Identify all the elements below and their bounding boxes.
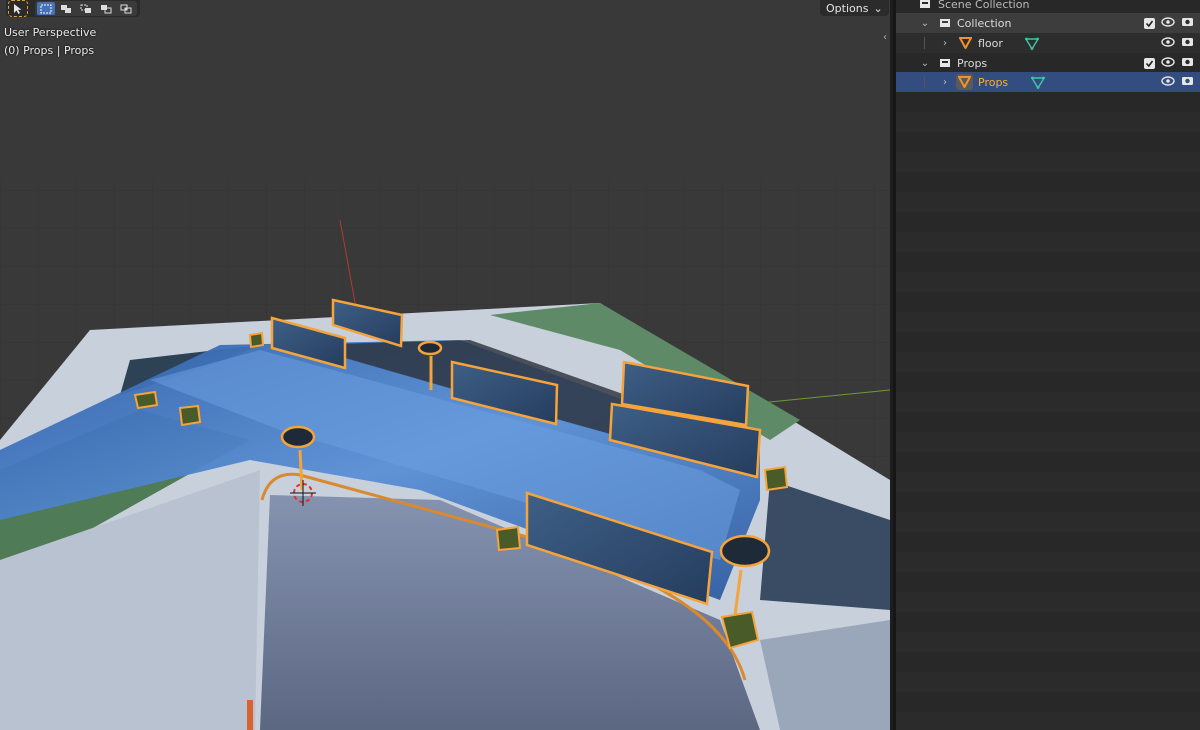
outliner-empty-rows xyxy=(896,92,1200,730)
outliner-item-props-collection[interactable]: ⌄ Props xyxy=(896,53,1200,73)
3d-viewport[interactable]: Options ⌄ User Perspective (0) Props | P… xyxy=(0,0,890,730)
select-box-intersect-icon[interactable] xyxy=(117,2,135,15)
eye-icon[interactable] xyxy=(1161,36,1175,50)
chevron-right-icon[interactable]: › xyxy=(940,38,950,49)
select-box-subtract-icon[interactable] xyxy=(77,2,95,15)
select-box-invert-icon[interactable] xyxy=(97,2,115,15)
object-icon xyxy=(956,74,973,90)
scene-collection-icon xyxy=(918,0,932,11)
chevron-down-icon[interactable]: ⌄ xyxy=(920,18,930,29)
outliner-item-label: Collection xyxy=(957,16,1012,30)
outliner-item-label: floor xyxy=(978,36,1003,50)
outliner-item-props-object[interactable]: › Props xyxy=(896,72,1200,92)
object-icon xyxy=(958,36,972,50)
view-name-label: User Perspective xyxy=(4,26,97,39)
scene-render[interactable] xyxy=(0,0,890,730)
options-label: Options xyxy=(826,1,869,15)
select-box-new-icon[interactable] xyxy=(37,2,55,15)
exclude-checkbox[interactable] xyxy=(1144,57,1155,69)
outliner-panel: Scene Collection ⌄ Collection › floor ⌄ xyxy=(893,0,1200,730)
outliner-item-label: Props xyxy=(978,75,1009,89)
select-cursor-icon[interactable] xyxy=(8,0,28,17)
mesh-data-icon[interactable] xyxy=(1031,75,1045,89)
mesh-data-icon[interactable] xyxy=(1025,36,1039,50)
chevron-down-icon[interactable]: ⌄ xyxy=(920,58,930,69)
options-dropdown[interactable]: Options ⌄ xyxy=(820,0,889,16)
tree-line xyxy=(924,37,925,49)
chevron-down-icon: ⌄ xyxy=(873,1,883,15)
selection-mode-group xyxy=(35,1,137,16)
eye-icon[interactable] xyxy=(1161,16,1175,30)
collection-icon xyxy=(938,56,952,70)
camera-icon[interactable] xyxy=(1181,16,1194,30)
sidebar-collapse-icon[interactable]: ‹ xyxy=(883,32,887,43)
select-box-extend-icon[interactable] xyxy=(57,2,75,15)
camera-icon[interactable] xyxy=(1181,56,1194,70)
tree-line xyxy=(924,76,925,88)
eye-icon[interactable] xyxy=(1161,75,1175,89)
eye-icon[interactable] xyxy=(1161,56,1175,70)
viewport-toolbar xyxy=(6,0,140,17)
camera-icon[interactable] xyxy=(1181,75,1194,89)
exclude-checkbox[interactable] xyxy=(1144,17,1155,29)
collection-icon xyxy=(938,16,952,30)
selection-info-label: (0) Props | Props xyxy=(4,44,95,57)
outliner-item-floor[interactable]: › floor xyxy=(896,33,1200,53)
scene-collection-label: Scene Collection xyxy=(938,0,1030,11)
outliner-item-label: Props xyxy=(957,56,988,70)
outliner-item-collection[interactable]: ⌄ Collection xyxy=(896,13,1200,33)
scene-collection-row[interactable]: Scene Collection xyxy=(896,0,1200,14)
camera-icon[interactable] xyxy=(1181,36,1194,50)
chevron-right-icon[interactable]: › xyxy=(940,77,950,88)
